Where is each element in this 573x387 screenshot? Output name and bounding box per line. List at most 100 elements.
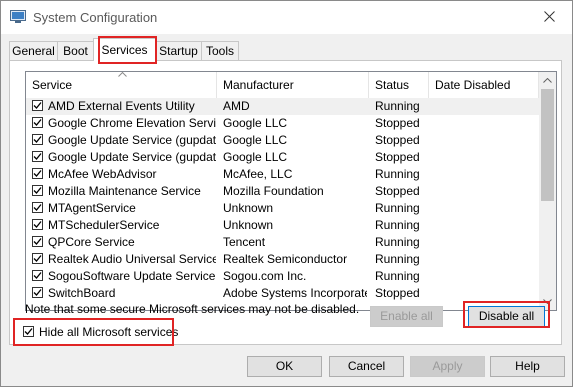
system-configuration-icon [10, 10, 26, 24]
service-name: AMD External Events Utility [48, 99, 195, 113]
service-checkbox[interactable] [32, 151, 43, 162]
tab-boot[interactable]: Boot [57, 41, 94, 60]
service-name: Google Update Service (gupdate) [48, 133, 216, 147]
table-row[interactable]: QPCore Service Tencent Running [26, 234, 539, 251]
checkmark-icon [24, 328, 33, 335]
service-name: SogouSoftware Update Service ... [48, 269, 216, 283]
title-bar: System Configuration [1, 1, 572, 34]
table-row[interactable]: Google Chrome Elevation Service Google L… [26, 115, 539, 132]
column-status[interactable]: Status [369, 72, 429, 98]
service-checkbox[interactable] [32, 287, 43, 298]
service-checkbox[interactable] [32, 100, 43, 111]
service-status: Running [375, 201, 420, 215]
tab-general[interactable]: General [9, 41, 58, 60]
service-status: Stopped [375, 184, 420, 198]
checkmark-icon [33, 255, 42, 262]
service-manufacturer: Google LLC [223, 150, 288, 164]
checkmark-icon [33, 221, 42, 228]
table-row[interactable]: Realtek Audio Universal Service Realtek … [26, 251, 539, 268]
tab-startup[interactable]: Startup [155, 41, 202, 60]
service-manufacturer: Adobe Systems Incorporated [223, 286, 367, 300]
apply-button[interactable]: Apply [410, 356, 485, 377]
enable-all-button[interactable]: Enable all [370, 306, 443, 327]
services-panel: Service Manufacturer Status Date Disable… [9, 60, 562, 345]
service-checkbox[interactable] [32, 134, 43, 145]
service-manufacturer: Tencent [223, 235, 266, 249]
service-status: Running [375, 235, 420, 249]
checkmark-icon [33, 204, 42, 211]
service-manufacturer: Mozilla Foundation [223, 184, 324, 198]
service-checkbox[interactable] [32, 117, 43, 128]
checkmark-icon [33, 136, 42, 143]
checkmark-icon [33, 238, 42, 245]
tab-tools[interactable]: Tools [201, 41, 239, 60]
table-row[interactable]: Mozilla Maintenance Service Mozilla Foun… [26, 183, 539, 200]
service-status: Running [375, 269, 420, 283]
tab-services[interactable]: Services [93, 38, 156, 61]
service-manufacturer: McAfee, LLC [223, 167, 293, 181]
service-name: MTAgentService [48, 201, 136, 215]
table-row[interactable]: SogouSoftware Update Service ... Sogou.c… [26, 268, 539, 285]
service-name: Google Chrome Elevation Service [48, 116, 216, 130]
vertical-scrollbar[interactable] [539, 72, 556, 310]
column-date-disabled[interactable]: Date Disabled [429, 72, 539, 98]
service-status: Stopped [375, 150, 420, 164]
table-row[interactable]: AMD External Events Utility AMD Running [26, 98, 539, 115]
scroll-up-icon [543, 78, 552, 83]
service-checkbox[interactable] [32, 253, 43, 264]
checkmark-icon [33, 170, 42, 177]
table-row[interactable]: McAfee WebAdvisor McAfee, LLC Running [26, 166, 539, 183]
list-header: Service Manufacturer Status Date Disable… [26, 72, 539, 98]
ok-button[interactable]: OK [247, 356, 322, 377]
service-name: SwitchBoard [48, 286, 116, 300]
disable-all-button[interactable]: Disable all [468, 306, 545, 327]
service-status: Running [375, 218, 420, 232]
service-manufacturer: Unknown [223, 201, 274, 215]
service-checkbox[interactable] [32, 168, 43, 179]
service-status: Running [375, 252, 420, 266]
hide-microsoft-checkbox-box[interactable] [23, 326, 34, 337]
service-name: MTSchedulerService [48, 218, 160, 232]
table-row[interactable]: Google Update Service (gupdatem) Google … [26, 149, 539, 166]
service-checkbox[interactable] [32, 202, 43, 213]
scrollbar-thumb[interactable] [541, 89, 554, 201]
secure-services-note: Note that some secure Microsoft services… [25, 302, 360, 316]
close-button[interactable] [526, 1, 572, 34]
help-button[interactable]: Help [490, 356, 565, 377]
hide-microsoft-services-label: Hide all Microsoft services [39, 325, 179, 339]
service-name: Realtek Audio Universal Service [48, 252, 216, 266]
system-configuration-window: System Configuration General Boot Servic… [0, 0, 573, 387]
cancel-button[interactable]: Cancel [329, 356, 404, 377]
close-icon [543, 10, 555, 25]
services-list[interactable]: Service Manufacturer Status Date Disable… [25, 71, 557, 311]
table-row[interactable]: SwitchBoard Adobe Systems Incorporated S… [26, 285, 539, 302]
table-row[interactable]: MTSchedulerService Unknown Running [26, 217, 539, 234]
checkmark-icon [33, 187, 42, 194]
window-title: System Configuration [33, 10, 158, 25]
service-status: Running [375, 99, 420, 113]
service-manufacturer: Sogou.com Inc. [223, 269, 307, 283]
service-status: Stopped [375, 133, 420, 147]
service-manufacturer: Realtek Semiconductor [223, 252, 348, 266]
service-name: McAfee WebAdvisor [48, 167, 157, 181]
service-checkbox[interactable] [32, 236, 43, 247]
service-manufacturer: Google LLC [223, 133, 288, 147]
service-checkbox[interactable] [32, 219, 43, 230]
service-checkbox[interactable] [32, 185, 43, 196]
table-row[interactable]: Google Update Service (gupdate) Google L… [26, 132, 539, 149]
service-status: Stopped [375, 116, 420, 130]
service-manufacturer: Google LLC [223, 116, 288, 130]
scroll-up-button[interactable] [539, 72, 556, 89]
service-name: Mozilla Maintenance Service [48, 184, 201, 198]
service-checkbox[interactable] [32, 270, 43, 281]
table-row[interactable]: MTAgentService Unknown Running [26, 200, 539, 217]
column-service[interactable]: Service [26, 72, 217, 98]
service-status: Stopped [375, 286, 420, 300]
checkmark-icon [33, 119, 42, 126]
column-manufacturer[interactable]: Manufacturer [217, 72, 369, 98]
service-name: QPCore Service [48, 235, 135, 249]
service-name: Google Update Service (gupdatem) [48, 150, 216, 164]
service-status: Running [375, 167, 420, 181]
checkmark-icon [33, 102, 42, 109]
sort-ascending-icon [118, 72, 127, 79]
